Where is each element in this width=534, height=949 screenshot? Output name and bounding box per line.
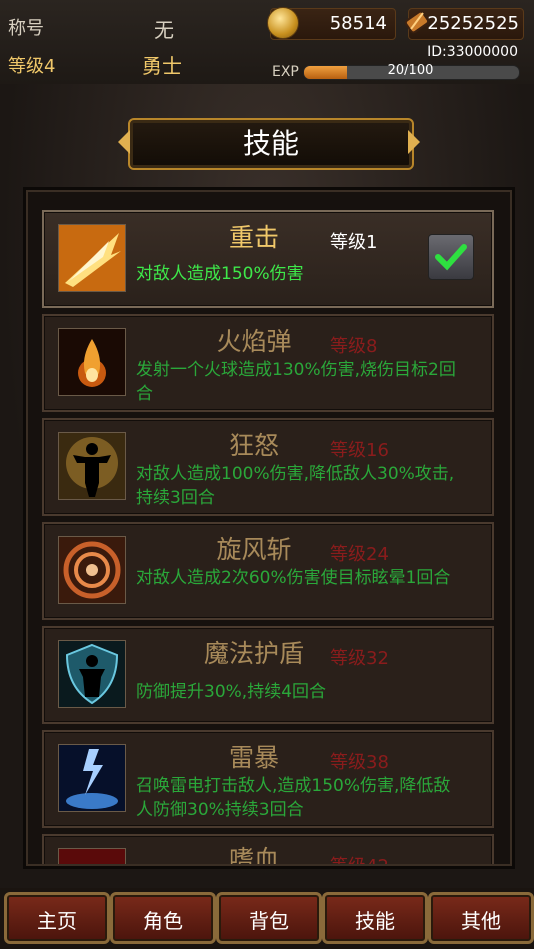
skill-description: 发射一个火球造成130%伤害,烧伤目标2回合: [136, 360, 456, 404]
skill-description: 对敌人造成150%伤害: [136, 264, 304, 284]
player-id: ID:33000000: [427, 44, 518, 60]
skill-name: 狂怒: [228, 431, 279, 460]
skill-name: 重击: [228, 223, 279, 252]
skill-description: 对敌人造成100%伤害,降低敌人30%攻击,持续3回合: [136, 464, 455, 508]
skill-list[interactable]: 重击 等级1 对敌人造成150%伤害 火焰弹 等级8 发射一个火球造成130%伤…: [26, 190, 512, 866]
skill-card[interactable]: 狂怒 等级16 对敌人造成100%伤害,降低敌人30%攻击,持续3回合: [42, 418, 494, 516]
gold-coin-icon: [267, 7, 299, 39]
rage-icon: [58, 432, 126, 500]
nav-bag-button[interactable]: 背包: [216, 892, 322, 944]
page-title: 技能: [242, 127, 299, 160]
skill-level: 等级16: [330, 440, 389, 461]
shield-icon: [58, 640, 126, 708]
skill-level: 等级32: [330, 648, 389, 669]
skill-card[interactable]: 嗜血 等级42: [42, 834, 494, 866]
whirlwind-icon: [58, 536, 126, 604]
skill-name: 嗜血: [228, 845, 279, 866]
level-label: 等级4: [8, 56, 56, 77]
nav-label: 背包: [249, 909, 289, 933]
skill-level: 等级42: [330, 852, 389, 864]
skill-card[interactable]: 火焰弹 等级8 发射一个火球造成130%伤害,烧伤目标2回合: [42, 314, 494, 412]
skill-name: 火焰弹: [216, 327, 292, 356]
skill-level: 等级38: [330, 752, 389, 773]
gold-counter: 58514: [267, 7, 396, 40]
nav-label: 技能: [355, 909, 395, 933]
skill-name: 魔法护盾: [203, 639, 304, 668]
skill-name: 雷暴: [228, 743, 279, 772]
gem-value: 25252525: [427, 13, 519, 34]
skill-card[interactable]: 旋风斩 等级24 对敌人造成2次60%伤害使目标眩晕1回合: [42, 522, 494, 620]
nav-character-button[interactable]: 角色: [110, 892, 216, 944]
bloodlust-icon: [58, 848, 126, 864]
bottom-nav: 主页 角色 背包 技能 其他: [0, 888, 534, 949]
fireball-icon: [58, 328, 126, 396]
skill-level: 等级8: [330, 336, 378, 357]
nav-label: 主页: [37, 909, 77, 933]
nav-label: 角色: [143, 909, 183, 933]
skill-level: 等级1: [330, 232, 378, 253]
class-value: 勇士: [142, 54, 182, 78]
nav-home-button[interactable]: 主页: [4, 892, 110, 944]
gold-value: 58514: [329, 13, 387, 34]
exp-label: EXP: [272, 64, 299, 80]
skill-description: 召唤雷电打击敌人,造成150%伤害,降低敌人防御30%持续3回合: [136, 776, 451, 820]
nav-other-button[interactable]: 其他: [428, 892, 534, 944]
skill-description: 防御提升30%,持续4回合: [136, 682, 327, 702]
skill-level: 等级24: [330, 544, 389, 565]
exp-text: 20/100: [387, 63, 434, 78]
skill-card[interactable]: 魔法护盾 等级32 防御提升30%,持续4回合: [42, 626, 494, 724]
title-value: 无: [154, 18, 174, 42]
skill-card[interactable]: 雷暴 等级38 召唤雷电打击敌人,造成150%伤害,降低敌人防御30%持续3回合: [42, 730, 494, 828]
gem-counter: 25252525: [404, 8, 524, 40]
equip-checkbox[interactable]: [428, 234, 474, 280]
nav-label: 其他: [461, 909, 501, 933]
skill-name: 旋风斩: [216, 535, 292, 564]
skill-description: 对敌人造成2次60%伤害使目标眩晕1回合: [136, 568, 451, 588]
nav-skills-button[interactable]: 技能: [322, 892, 428, 944]
lightning-icon: [58, 744, 126, 812]
status-bar: 称号 无 等级4 勇士 58514 25252525 ID:33000000 E…: [0, 0, 534, 85]
title-label: 称号: [8, 18, 44, 39]
checkmark-icon: [435, 244, 467, 271]
slash-icon: [58, 224, 126, 292]
skill-card[interactable]: 重击 等级1 对敌人造成150%伤害: [42, 210, 494, 308]
